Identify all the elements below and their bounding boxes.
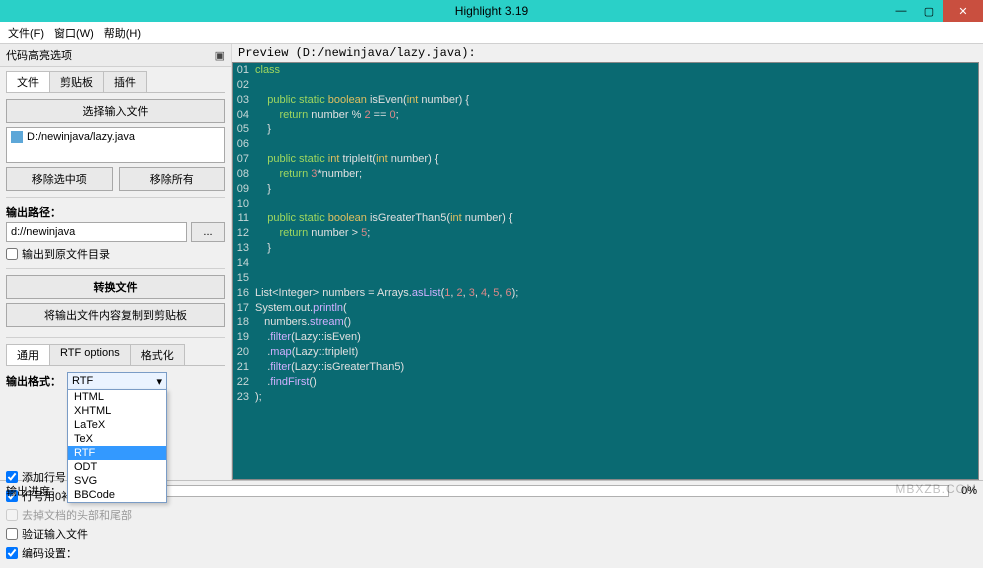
select-input-button[interactable]: 选择输入文件: [6, 99, 225, 123]
minimize-button[interactable]: —: [887, 0, 915, 22]
dropdown-option[interactable]: SVG: [68, 474, 166, 488]
input-file-item[interactable]: D:/newinjava/lazy.java: [27, 131, 135, 143]
undock-icon[interactable]: ▣: [215, 49, 225, 62]
input-tabs: 文件 剪贴板 插件: [6, 71, 225, 93]
title-bar: Highlight 3.19 — ▢ ✕: [0, 0, 983, 22]
remove-all-button[interactable]: 移除所有: [119, 167, 226, 191]
window-controls: — ▢ ✕: [887, 0, 983, 22]
dropdown-option[interactable]: LaTeX: [68, 418, 166, 432]
code-preview[interactable]: 01class0203 public static boolean isEven…: [232, 62, 979, 480]
menu-help[interactable]: 帮助(H): [100, 23, 145, 43]
side-panel: 代码高亮选项 ▣ 文件 剪贴板 插件 选择输入文件 D:/newinjava/l…: [0, 44, 232, 480]
menu-window[interactable]: 窗口(W): [50, 23, 98, 43]
tab-rtf-options[interactable]: RTF options: [49, 344, 131, 365]
tab-general[interactable]: 通用: [6, 344, 50, 365]
tab-plugin[interactable]: 插件: [103, 71, 147, 92]
side-panel-title: 代码高亮选项: [6, 47, 72, 63]
chk-linenum[interactable]: [6, 471, 18, 483]
dropdown-option[interactable]: TeX: [68, 432, 166, 446]
window-title: Highlight 3.19: [0, 4, 983, 18]
dropdown-option[interactable]: HTML: [68, 390, 166, 404]
convert-button[interactable]: 转换文件: [6, 275, 225, 299]
browse-button[interactable]: ...: [191, 222, 225, 242]
output-format-select[interactable]: RTF ▾: [67, 372, 167, 390]
menu-file[interactable]: 文件(F): [4, 23, 48, 43]
output-path-input[interactable]: [6, 222, 187, 242]
output-path-label: 输出路径：: [6, 204, 225, 220]
close-button[interactable]: ✕: [943, 0, 983, 22]
maximize-button[interactable]: ▢: [915, 0, 943, 22]
menu-bar: 文件(F) 窗口(W) 帮助(H): [0, 22, 983, 44]
side-panel-header: 代码高亮选项 ▣: [0, 44, 231, 67]
options-tabs: 通用 RTF options 格式化: [6, 344, 225, 366]
input-file-list[interactable]: D:/newinjava/lazy.java: [6, 127, 225, 163]
preview-label: Preview (D:/newinjava/lazy.java):: [232, 44, 983, 62]
watermark: MBXZB.COM: [895, 482, 977, 496]
dropdown-option[interactable]: XHTML: [68, 404, 166, 418]
chk-encoding[interactable]: [6, 547, 18, 559]
dropdown-option[interactable]: ODT: [68, 460, 166, 474]
chk-output-src[interactable]: [6, 248, 18, 260]
tab-clipboard[interactable]: 剪贴板: [49, 71, 104, 92]
output-format-label: 输出格式：: [6, 373, 61, 389]
progress-label: 输出进度：: [6, 483, 61, 499]
dropdown-option[interactable]: RTF: [68, 446, 166, 460]
chevron-down-icon: ▾: [156, 375, 162, 388]
copy-clipboard-button[interactable]: 将输出文件内容复制到剪贴板: [6, 303, 225, 327]
chk-validate[interactable]: [6, 528, 18, 540]
tab-format[interactable]: 格式化: [130, 344, 185, 365]
output-format-dropdown[interactable]: HTMLXHTMLLaTeXTeXRTFODTSVGBBCode: [67, 389, 167, 503]
tab-file[interactable]: 文件: [6, 71, 50, 92]
chk-strip: [6, 509, 18, 521]
file-icon: [11, 131, 23, 143]
progress-bar: [73, 485, 949, 497]
remove-selected-button[interactable]: 移除选中项: [6, 167, 113, 191]
preview-pane: Preview (D:/newinjava/lazy.java): 01clas…: [232, 44, 983, 480]
